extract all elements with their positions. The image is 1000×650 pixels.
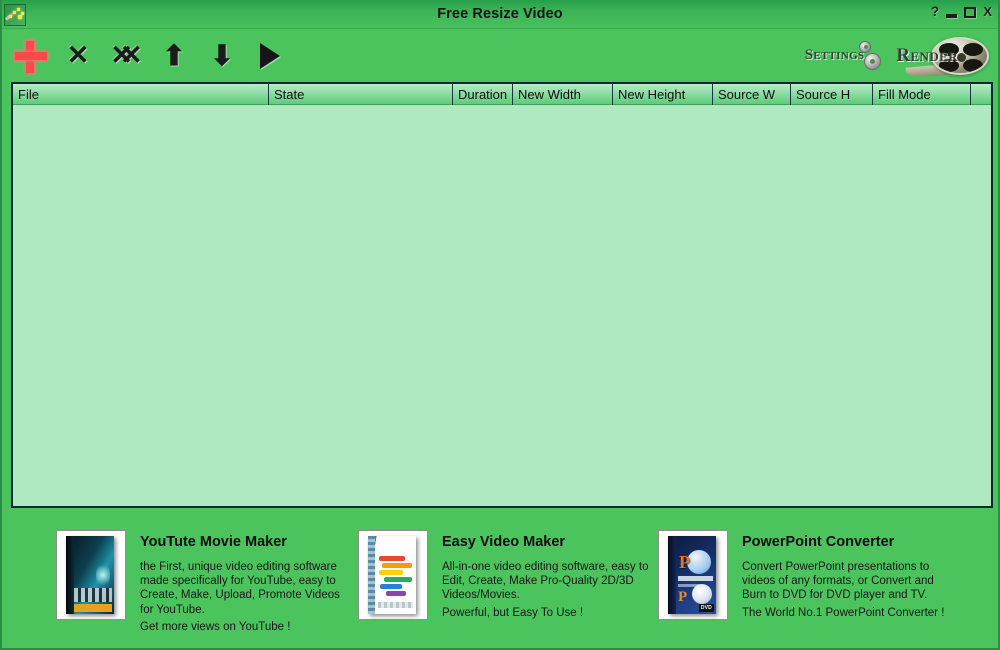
close-button[interactable]: X <box>983 5 992 18</box>
product-box-icon <box>56 530 126 620</box>
x-icon: ✕ <box>66 40 90 70</box>
promo-youtute-movie-maker[interactable]: YouTute Movie Maker the First, unique vi… <box>56 530 356 634</box>
remove-all-button[interactable]: ✕✕ <box>106 35 146 77</box>
column-header-state[interactable]: State <box>269 84 453 105</box>
double-x-icon: ✕✕ <box>110 40 142 70</box>
window-controls: ? X <box>931 4 992 18</box>
promo-bar: YouTute Movie Maker the First, unique vi… <box>2 512 998 648</box>
promo-title: PowerPoint Converter <box>742 534 895 550</box>
toolbar-primary-actions: Settings Render <box>805 29 990 82</box>
move-up-button[interactable]: ⬆ <box>154 35 194 77</box>
promo-easy-video-maker[interactable]: Easy Video Maker All-in-one video editin… <box>358 530 658 620</box>
preview-play-button[interactable] <box>250 35 290 77</box>
arrow-down-icon: ⬇ <box>210 39 234 71</box>
product-box-icon <box>358 530 428 620</box>
promo-text: Easy Video Maker All-in-one video editin… <box>442 530 648 620</box>
column-header-source-w[interactable]: Source W <box>713 84 791 105</box>
promo-description: Convert PowerPoint presentations to vide… <box>742 561 934 602</box>
promo-title: YouTute Movie Maker <box>140 534 287 550</box>
column-header-duration[interactable]: Duration <box>453 84 513 105</box>
promo-tagline: The World No.1 PowerPoint Converter ! <box>742 606 945 619</box>
toolbar: ✕ ✕✕ ⬆ ⬇ Settings Render <box>2 29 998 82</box>
arrow-up-icon: ⬆ <box>162 39 186 71</box>
settings-button[interactable]: Settings <box>805 34 891 78</box>
column-header-file[interactable]: File <box>13 84 269 105</box>
promo-tagline: Powerful, but Easy To Use ! <box>442 606 584 619</box>
minimize-button[interactable] <box>946 13 958 18</box>
title-bar: Free Resize Video ? X <box>2 0 998 29</box>
toolbar-actions: ✕ ✕✕ ⬆ ⬇ <box>2 35 290 77</box>
column-header-source-h[interactable]: Source H <box>791 84 873 105</box>
move-down-button[interactable]: ⬇ <box>202 35 242 77</box>
promo-description: All-in-one video editing software, easy … <box>442 561 649 602</box>
column-header-new-height[interactable]: New Height <box>613 84 713 105</box>
product-box-icon: P P DVD <box>658 530 728 620</box>
file-list-header: File State Duration New Width New Height Sour… <box>13 84 991 105</box>
gear-icon <box>852 36 886 76</box>
plus-icon <box>14 39 48 74</box>
column-header-extra[interactable] <box>971 84 991 105</box>
play-icon <box>260 42 280 69</box>
remove-file-button[interactable]: ✕ <box>58 35 98 77</box>
file-list-panel: File State Duration New Width New Height Sour… <box>11 82 993 508</box>
window-title: Free Resize Video <box>437 6 563 22</box>
help-button[interactable]: ? <box>931 4 940 18</box>
promo-tagline: Get more views on YouTube ! <box>140 620 291 633</box>
render-button[interactable]: Render <box>896 33 990 79</box>
column-header-new-width[interactable]: New Width <box>513 84 613 105</box>
file-list-body[interactable] <box>13 105 991 506</box>
render-label: Render <box>896 44 958 66</box>
promo-powerpoint-converter[interactable]: P P DVD PowerPoint Converter Convert Pow… <box>658 530 958 620</box>
promo-title: Easy Video Maker <box>442 534 566 550</box>
promo-text: YouTute Movie Maker the First, unique vi… <box>140 530 340 634</box>
application-window: Free Resize Video ? X ✕ ✕✕ ⬆ ⬇ Settings … <box>0 0 1000 650</box>
maximize-button[interactable] <box>964 6 977 18</box>
column-header-fill-mode[interactable]: Fill Mode <box>873 84 971 105</box>
promo-text: PowerPoint Converter Convert PowerPoint … <box>742 530 944 620</box>
add-file-button[interactable] <box>10 35 50 77</box>
promo-description: the First, unique video editing software… <box>140 561 340 616</box>
